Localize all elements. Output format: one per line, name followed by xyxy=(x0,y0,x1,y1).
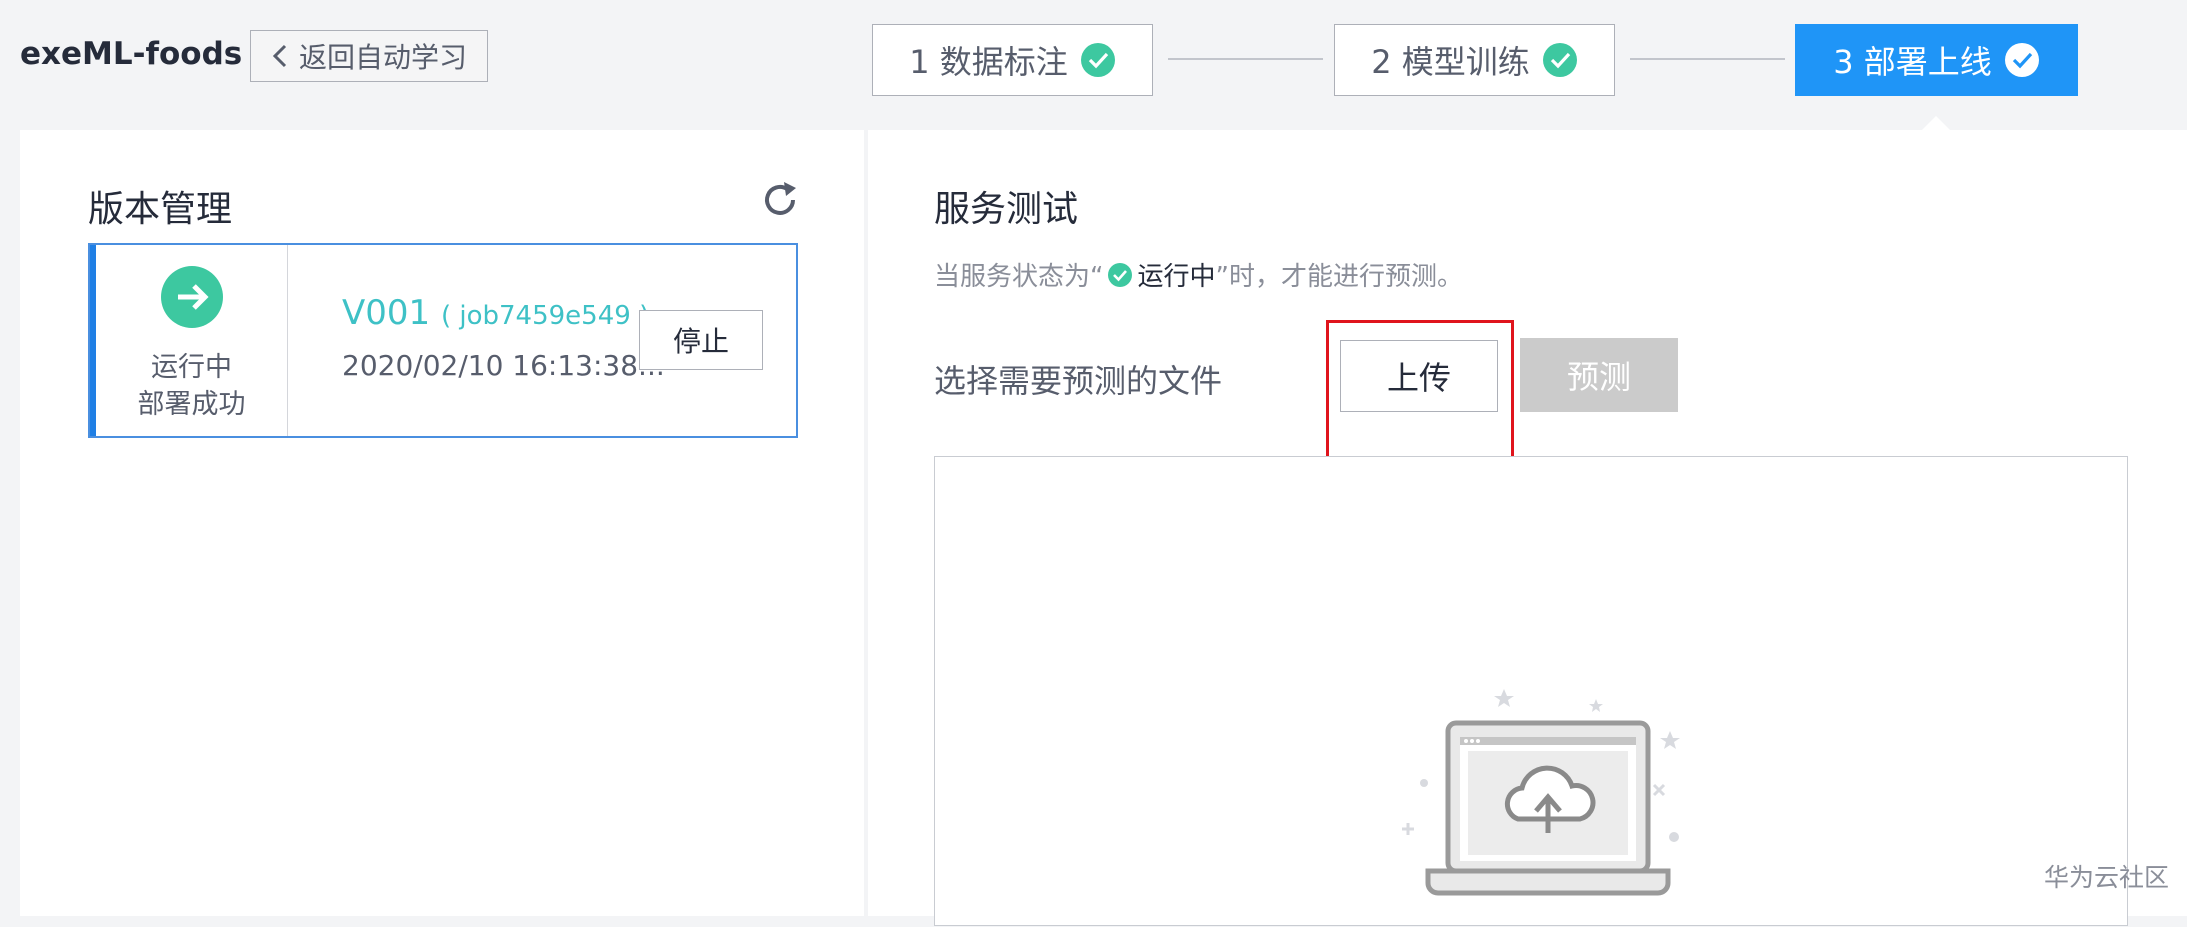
deploy-status-text: 部署成功 xyxy=(137,389,246,420)
chevron-left-icon xyxy=(272,44,287,68)
step-connector xyxy=(1630,58,1785,60)
cloud-upload-laptop-icon xyxy=(1402,689,1680,896)
check-circle-icon xyxy=(1108,262,1133,287)
file-drop-zone[interactable] xyxy=(934,456,2128,926)
check-circle-icon xyxy=(2004,43,2039,77)
version-info: V001 ( job7459e549 ) xyxy=(342,293,649,333)
deployment-status: 运行中 部署成功 xyxy=(96,245,288,436)
hint-suffix: ”时，才能进行预测。 xyxy=(1215,262,1463,292)
version-card[interactable]: 运行中 部署成功 V001 ( job7459e549 ) 2020/02/10… xyxy=(88,243,798,438)
job-id: ( job7459e549 ) xyxy=(440,301,650,331)
back-button-label: 返回自动学习 xyxy=(298,41,467,74)
hint-status: 运行中 xyxy=(1137,262,1216,292)
check-circle-icon xyxy=(1080,43,1115,77)
predict-button[interactable]: 预测 xyxy=(1520,338,1678,412)
step-deploy[interactable]: 3 部署上线 xyxy=(1795,24,2078,96)
watermark: 华为云社区 xyxy=(2043,863,2169,892)
file-select-label: 选择需要预测的文件 xyxy=(934,362,1223,400)
step-data-labeling[interactable]: 1 数据标注 xyxy=(872,24,1153,96)
panel-title: 服务测试 xyxy=(934,189,1079,230)
step-model-training[interactable]: 2 模型训练 xyxy=(1334,24,1615,96)
version-number: V001 xyxy=(342,293,431,333)
check-circle-icon xyxy=(1542,43,1577,77)
service-hint: 当服务状态为“ 运行中 ”时，才能进行预测。 xyxy=(934,256,1463,293)
refresh-icon[interactable] xyxy=(760,180,800,220)
panel-title: 版本管理 xyxy=(88,189,233,230)
run-status-text: 运行中 xyxy=(151,352,232,383)
back-to-autolearning-button[interactable]: 返回自动学习 xyxy=(250,30,488,82)
step-connector xyxy=(1168,58,1323,60)
app-title: exeML-foods xyxy=(20,36,243,72)
upload-button[interactable]: 上传 xyxy=(1340,340,1498,412)
arrow-right-circle-icon xyxy=(161,266,223,328)
step-label: 1 数据标注 xyxy=(909,43,1068,81)
version-management-panel: 版本管理 运行中 部署成功 V001 ( job7459e549 ) 2020/… xyxy=(20,130,864,916)
step-label: 3 部署上线 xyxy=(1833,43,1992,81)
stop-button[interactable]: 停止 xyxy=(639,310,763,370)
hint-prefix: 当服务状态为“ xyxy=(934,262,1104,292)
service-test-panel: 服务测试 当服务状态为“ 运行中 ”时，才能进行预测。 选择需要预测的文件 上传… xyxy=(868,130,2187,926)
step-label: 2 模型训练 xyxy=(1371,43,1530,81)
deploy-time: 2020/02/10 16:13:38... xyxy=(342,349,665,382)
